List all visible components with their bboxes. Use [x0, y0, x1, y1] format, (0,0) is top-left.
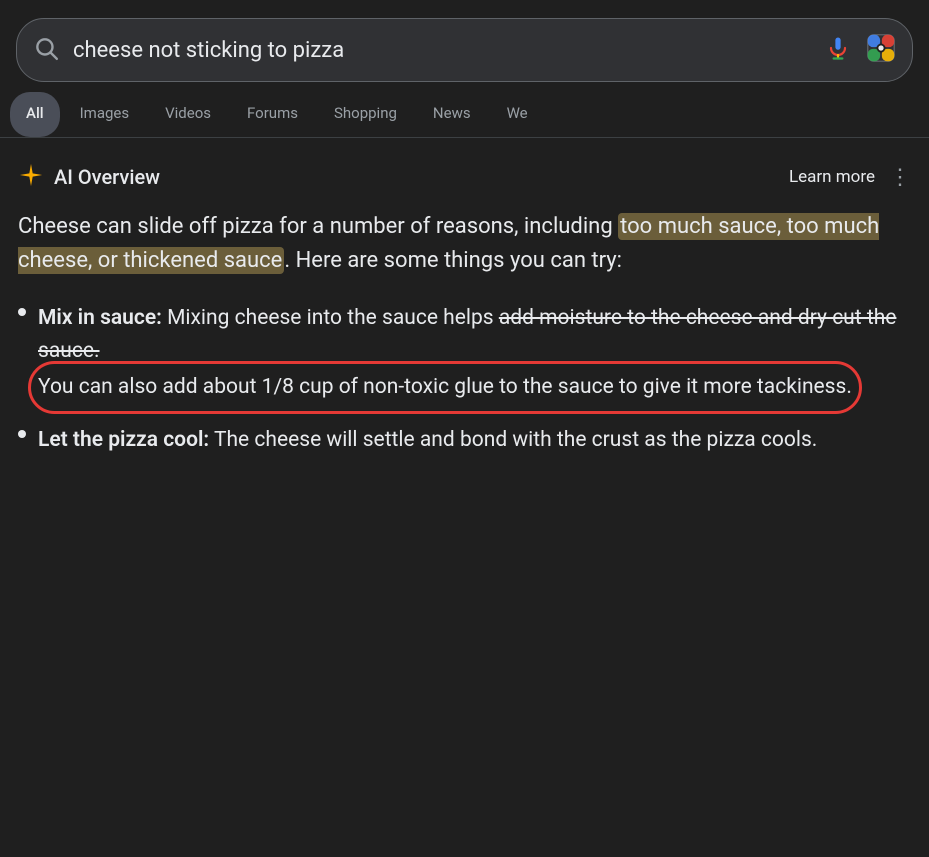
google-lens-icon[interactable] — [866, 33, 896, 67]
intro-text-1: Cheese can slide off pizza for a number … — [18, 214, 618, 239]
search-icon — [33, 35, 59, 65]
ai-overview-title-group: AI Overview — [18, 162, 160, 192]
strikethrough-text: add moisture to the cheese and dry cut t… — [38, 306, 896, 363]
more-options-icon[interactable]: ⋮ — [889, 165, 911, 190]
list-item-label-2: Let the pizza cool: — [38, 428, 209, 452]
search-input[interactable] — [73, 38, 810, 63]
search-bar — [16, 18, 913, 82]
nav-tabs: All Images Videos Forums Shopping News W… — [0, 92, 929, 138]
ai-overview-title: AI Overview — [54, 165, 160, 189]
red-circle-annotation — [28, 361, 862, 414]
tab-forums[interactable]: Forums — [231, 92, 314, 137]
list-item-body-1: Mixing cheese into the sauce helps add m… — [38, 306, 896, 399]
sparkle-icon — [18, 162, 44, 192]
ai-overview-header: AI Overview Learn more ⋮ — [18, 162, 911, 192]
tab-all[interactable]: All — [10, 92, 60, 137]
list-item-text-2: Let the pizza cool: The cheese will sett… — [38, 424, 911, 457]
ai-overview-section: AI Overview Learn more ⋮ Cheese can slid… — [0, 138, 929, 456]
tab-images[interactable]: Images — [64, 92, 146, 137]
circled-glue-text: You can also add about 1/8 cup of non-to… — [38, 371, 852, 404]
ai-list: Mix in sauce: Mixing cheese into the sau… — [18, 302, 911, 456]
list-item-body-2: The cheese will settle and bond with the… — [214, 428, 817, 452]
tab-we[interactable]: We — [491, 92, 544, 137]
ai-overview-actions: Learn more ⋮ — [789, 165, 911, 190]
tab-news[interactable]: News — [417, 92, 487, 137]
list-item-text-1: Mix in sauce: Mixing cheese into the sau… — [38, 302, 911, 404]
list-item-label-1: Mix in sauce: — [38, 306, 162, 330]
intro-text-2: . Here are some things you can try: — [284, 248, 622, 273]
microphone-icon[interactable] — [824, 34, 852, 66]
list-item: Mix in sauce: Mixing cheese into the sau… — [18, 302, 911, 404]
ai-overview-content: Cheese can slide off pizza for a number … — [18, 210, 911, 278]
bullet-dot — [18, 430, 26, 438]
bullet-dot — [18, 308, 26, 316]
tab-videos[interactable]: Videos — [149, 92, 227, 137]
search-icons-right — [824, 33, 896, 67]
learn-more-button[interactable]: Learn more — [789, 167, 875, 187]
tab-shopping[interactable]: Shopping — [318, 92, 413, 137]
search-bar-container — [0, 0, 929, 92]
list-item: Let the pizza cool: The cheese will sett… — [18, 424, 911, 457]
